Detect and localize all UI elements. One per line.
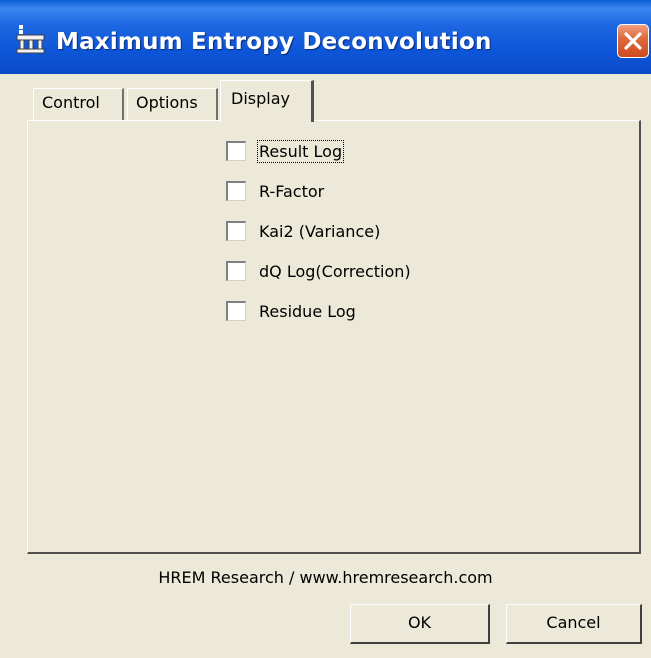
ok-button[interactable]: OK: [350, 604, 490, 644]
r-factor-checkbox[interactable]: [226, 181, 246, 201]
tab-options[interactable]: Options: [127, 88, 218, 120]
result-log-checkbox[interactable]: [226, 141, 246, 161]
result-log-label: Result Log: [256, 139, 345, 163]
close-icon: [624, 32, 642, 50]
residue-log-checkbox[interactable]: [226, 301, 246, 321]
window-title: Maximum Entropy Deconvolution: [56, 29, 492, 55]
tab-display-label: Display: [231, 89, 290, 108]
close-button[interactable]: [617, 24, 649, 58]
credit-text: HREM Research / www.hremresearch.com: [158, 568, 493, 587]
kai2-label: Kai2 (Variance): [259, 221, 381, 241]
dq-log-option[interactable]: dQ Log(Correction): [226, 258, 411, 284]
dq-log-checkbox[interactable]: [226, 261, 246, 281]
r-factor-label: R-Factor: [259, 181, 325, 201]
tab-options-label: Options: [136, 93, 198, 112]
residue-log-option[interactable]: Residue Log: [226, 298, 356, 324]
title-bar[interactable]: Maximum Entropy Deconvolution: [0, 0, 651, 74]
residue-log-label: Residue Log: [259, 301, 356, 321]
result-log-option[interactable]: Result Log: [226, 138, 345, 164]
app-icon[interactable]: [16, 23, 46, 55]
r-factor-option[interactable]: R-Factor: [226, 178, 324, 204]
tab-control-label: Control: [42, 93, 100, 112]
cancel-button[interactable]: Cancel: [506, 604, 642, 644]
dialog-window: Maximum Entropy Deconvolution Control Op…: [0, 0, 651, 658]
kai2-option[interactable]: Kai2 (Variance): [226, 218, 380, 244]
kai2-checkbox[interactable]: [226, 221, 246, 241]
tab-control[interactable]: Control: [33, 88, 124, 120]
tab-display[interactable]: Display: [220, 80, 314, 122]
display-tab-panel: [27, 120, 641, 554]
dq-log-label: dQ Log(Correction): [259, 261, 411, 281]
